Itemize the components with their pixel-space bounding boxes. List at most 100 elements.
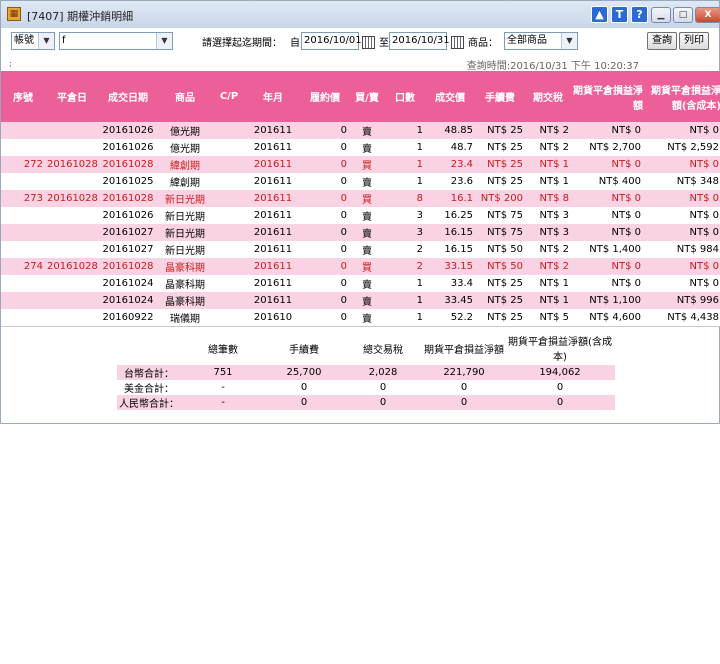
query-time: 查詢時間:2016/10/31 下午 10:20:37 <box>466 61 639 72</box>
chevron-down-icon: ▼ <box>561 33 577 49</box>
cell-pnl: NT$ 0 <box>571 156 643 173</box>
cell-qty: 1 <box>385 309 425 326</box>
cell-pnl-cost: NT$ 2,592 <box>643 139 720 156</box>
cell-strike: 0 <box>301 122 349 139</box>
cell-tax: NT$ 5 <box>525 309 571 326</box>
cell-qty: 8 <box>385 190 425 207</box>
calendar-icon[interactable] <box>451 36 464 49</box>
cell-close-date <box>45 224 99 241</box>
cell-tax: NT$ 1 <box>525 292 571 309</box>
column-header[interactable]: 履約價 <box>301 71 349 122</box>
cell-ym: 201611 <box>245 207 301 224</box>
product-select[interactable]: 全部商品 ▼ <box>504 32 578 50</box>
table-row[interactable]: 20161027 新日光期 201611 0 賣 3 16.15 NT$ 75 NT$ 3 NT$… <box>1 224 720 241</box>
table-row[interactable]: 272 20161028 20161028 緯創期 201611 0 買 1 23.4 NT$ 2… <box>1 156 720 173</box>
column-header[interactable]: 成交日期 <box>99 71 157 122</box>
divider <box>1 326 720 327</box>
cell-strike: 0 <box>301 241 349 258</box>
cell-ym: 201611 <box>245 258 301 275</box>
account-select[interactable]: f ▼ <box>59 32 173 50</box>
upload-icon[interactable]: ▲ <box>591 6 608 23</box>
query-button[interactable]: 查詢 <box>647 32 677 50</box>
cell-trade-date: 20161027 <box>99 241 157 258</box>
cell-pnl-cost: NT$ 0 <box>643 190 720 207</box>
column-header[interactable]: 平倉日 <box>45 71 99 122</box>
cell-qty: 1 <box>385 292 425 309</box>
table-row[interactable]: 20161024 晶豪科期 201611 0 賣 1 33.45 NT$ 25 NT$ 1 NT$… <box>1 292 720 309</box>
cell-fee: NT$ 25 <box>475 275 525 292</box>
column-header[interactable]: 期貨平倉損益淨額(含成本) <box>643 71 720 122</box>
summary-cell-fee: 25,700 <box>265 365 343 380</box>
cell-tax: NT$ 1 <box>525 173 571 190</box>
column-header[interactable]: 期交稅 <box>525 71 571 122</box>
summary-cell-pnl: 0 <box>423 395 505 410</box>
table-row[interactable]: 273 20161028 20161028 新日光期 201611 0 買 8 16.1 NT$ … <box>1 190 720 207</box>
cell-product: 晶豪科期 <box>157 275 213 292</box>
cell-fee: NT$ 25 <box>475 122 525 139</box>
table-row[interactable]: 20161026 新日光期 201611 0 賣 3 16.25 NT$ 75 NT$ 3 NT$… <box>1 207 720 224</box>
column-header[interactable]: 商品 <box>157 71 213 122</box>
cell-seq <box>1 275 45 292</box>
cell-bs: 賣 <box>349 275 385 292</box>
cell-fee: NT$ 50 <box>475 241 525 258</box>
summary-cell-count: 751 <box>181 365 265 380</box>
table-row[interactable]: 20160922 瑞儀期 201610 0 賣 1 52.2 NT$ 25 NT$ 5 NT$ 4… <box>1 309 720 326</box>
cell-price: 33.45 <box>425 292 475 309</box>
cell-tax: NT$ 1 <box>525 156 571 173</box>
close-button[interactable]: X <box>695 7 720 23</box>
table-row[interactable]: 20161026 億光期 201611 0 賣 1 48.7 NT$ 25 NT$ 2 NT$ 2… <box>1 139 720 156</box>
print-button[interactable]: 列印 <box>679 32 709 50</box>
table-row[interactable]: 20161027 新日光期 201611 0 賣 2 16.15 NT$ 50 NT$ 2 NT$… <box>1 241 720 258</box>
table-row[interactable]: 20161024 晶豪科期 201611 0 賣 1 33.4 NT$ 25 NT$ 1 NT$ … <box>1 275 720 292</box>
cell-pnl: NT$ 0 <box>571 224 643 241</box>
cell-bs: 賣 <box>349 122 385 139</box>
account-type-select[interactable]: 帳號 ▼ <box>11 32 55 50</box>
table-row[interactable]: 20161026 億光期 201611 0 賣 1 48.85 NT$ 25 NT$ 2 NT$ … <box>1 122 720 139</box>
cell-tax: NT$ 2 <box>525 122 571 139</box>
cell-trade-date: 20161026 <box>99 122 157 139</box>
cell-cp <box>213 207 245 224</box>
summary-row: 人民幣合計： -0 0 0 0 <box>117 395 615 410</box>
column-header[interactable]: 成交價 <box>425 71 475 122</box>
table-row[interactable]: 274 20161028 20161028 晶豪科期 201611 0 買 2 33.15 NT$… <box>1 258 720 275</box>
cell-pnl: NT$ 0 <box>571 190 643 207</box>
calendar-icon[interactable] <box>362 36 375 49</box>
from-date-input[interactable]: 2016/10/01 <box>301 32 362 50</box>
column-header[interactable]: 期貨平倉損益淨額 <box>571 71 643 122</box>
cell-price: 16.25 <box>425 207 475 224</box>
cell-ym: 201611 <box>245 224 301 241</box>
cell-price: 33.4 <box>425 275 475 292</box>
text-icon[interactable]: T <box>611 6 628 23</box>
summary-header: 總筆數 手續費 總交易稅 期貨平倉損益淨額 期貨平倉損益淨額(含成本) <box>117 331 615 365</box>
cell-pnl: NT$ 0 <box>571 122 643 139</box>
column-header[interactable]: 口數 <box>385 71 425 122</box>
cell-ym: 201611 <box>245 122 301 139</box>
column-header[interactable]: 買/賣 <box>349 71 385 122</box>
summary-cell-pnl-cost: 0 <box>556 382 564 393</box>
column-header[interactable]: C/P <box>213 71 245 122</box>
minimize-button[interactable]: ▁ <box>651 7 671 23</box>
cell-product: 緯創期 <box>157 173 213 190</box>
to-date-input[interactable]: 2016/10/31 <box>389 32 450 50</box>
column-header[interactable]: 手續費 <box>475 71 525 122</box>
column-header[interactable]: 年月 <box>245 71 301 122</box>
cell-close-date <box>45 309 99 326</box>
cell-trade-date: 20161028 <box>99 190 157 207</box>
help-icon[interactable]: ? <box>631 6 648 23</box>
main-window: ▦ [7407] 期權沖銷明細 ▲ T ? ▁ □ X 帳號 ▼ f ▼ 請選擇… <box>0 0 720 424</box>
cell-pnl-cost: NT$ 0 <box>643 122 720 139</box>
cell-price: 48.7 <box>425 139 475 156</box>
cell-trade-date: 20161024 <box>99 292 157 309</box>
cell-seq <box>1 241 45 258</box>
chevron-down-icon: ▼ <box>38 33 54 49</box>
cell-cp <box>213 275 245 292</box>
column-header[interactable]: 序號 <box>1 71 45 122</box>
window-controls: ▁ □ X <box>651 7 720 23</box>
cell-product: 新日光期 <box>157 207 213 224</box>
table-row[interactable]: 20161025 緯創期 201611 0 賣 1 23.6 NT$ 25 NT$ 1 NT$ 4… <box>1 173 720 190</box>
cell-strike: 0 <box>301 258 349 275</box>
cell-close-date: 20161028 <box>45 258 99 275</box>
to-date-value: 2016/10/31 <box>392 35 450 46</box>
account-type-value: 帳號 <box>14 35 34 46</box>
maximize-button[interactable]: □ <box>673 7 693 23</box>
